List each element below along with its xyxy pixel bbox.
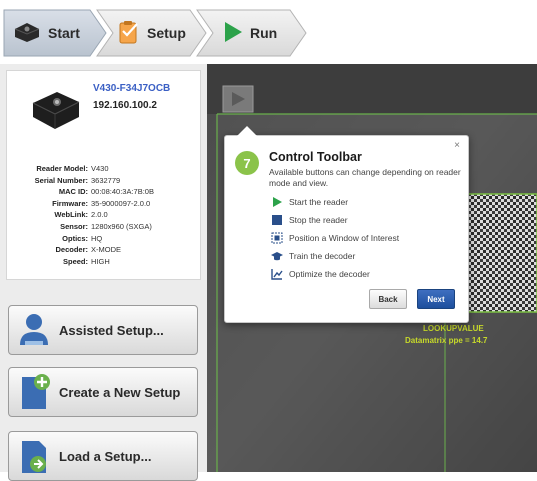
spec-row: Decoder: X-MODE	[11, 244, 197, 256]
legend-item-label: Position a Window of Interest	[289, 233, 400, 243]
legend-item-optimize: Optimize the decoder	[271, 265, 399, 283]
spec-value: X-MODE	[91, 245, 121, 255]
tooltip-pointer	[237, 126, 257, 136]
load-setup-label: Load a Setup...	[59, 448, 152, 464]
back-button[interactable]: Back	[369, 289, 407, 309]
step-setup[interactable]: Setup	[117, 10, 186, 56]
step-number-badge: 7	[235, 151, 259, 175]
step-start-label: Start	[48, 25, 80, 41]
device-name-link[interactable]: V430-F34J7OCB	[93, 83, 170, 94]
next-button[interactable]: Next	[417, 289, 455, 309]
stop-icon	[271, 214, 283, 226]
device-specs: Reader Model: V430 Serial Number: 3632779 …	[11, 163, 197, 267]
spec-value: HIGH	[91, 256, 110, 266]
assisted-setup-button[interactable]: Assisted Setup...	[8, 305, 198, 355]
legend-item-train: Train the decoder	[271, 247, 399, 265]
spec-value: 1280x960 (SXGA)	[91, 221, 152, 231]
spec-value: 2.0.0	[91, 210, 108, 220]
close-icon[interactable]: ×	[454, 140, 460, 151]
train-hat-icon	[271, 250, 283, 262]
toolbar-legend-list: Start the reader Stop the reader Positio…	[271, 193, 399, 283]
control-toolbar-tooltip: 7 Control Toolbar × Available buttons ca…	[224, 126, 469, 323]
spec-row: Speed: HIGH	[11, 256, 197, 268]
spec-key: Sensor:	[60, 221, 88, 231]
create-new-setup-label: Create a New Setup	[59, 384, 181, 400]
spec-row: WebLink: 2.0.0	[11, 209, 197, 221]
load-document-icon	[17, 437, 51, 475]
tooltip-description: Available buttons can change depending o…	[269, 167, 461, 188]
setup-clipboard-icon	[117, 19, 141, 48]
legend-item-label: Stop the reader	[289, 215, 348, 225]
spec-key: WebLink:	[54, 210, 88, 220]
legend-item-window: Position a Window of Interest	[271, 229, 399, 247]
device-info-card: V430-F34J7OCB 192.160.100.2 Reader Model…	[6, 70, 201, 280]
spec-row: MAC ID: 00:08:40:3A:7B:0B	[11, 186, 197, 198]
spec-key: Speed:	[62, 256, 88, 266]
spec-key: Optics:	[62, 233, 88, 243]
reader-device-image	[27, 87, 83, 133]
load-setup-button[interactable]: Load a Setup...	[8, 431, 198, 481]
step-start[interactable]: Start	[12, 10, 80, 56]
spec-key: Reader Model:	[36, 164, 88, 173]
create-new-setup-button[interactable]: Create a New Setup	[8, 367, 198, 417]
play-icon	[271, 196, 283, 208]
spec-row: Serial Number: 3632779	[11, 175, 197, 187]
window-of-interest-icon	[271, 232, 283, 244]
wizard-bar: Start Setup Run	[0, 0, 537, 64]
person-icon	[17, 311, 51, 349]
new-document-icon	[17, 373, 51, 411]
spec-key: Serial Number:	[34, 175, 88, 185]
step-setup-label: Setup	[147, 25, 186, 41]
spec-value: 35-9000097-2.0.0	[91, 198, 151, 208]
optimize-chart-icon	[271, 268, 283, 280]
spec-value: V430	[91, 164, 109, 173]
spec-key: Firmware:	[52, 198, 88, 208]
legend-item-label: Train the decoder	[289, 251, 356, 261]
spec-row: Sensor: 1280x960 (SXGA)	[11, 221, 197, 233]
device-ip: 192.160.100.2	[93, 100, 157, 111]
assisted-setup-label: Assisted Setup...	[59, 322, 164, 338]
legend-item-label: Start the reader	[289, 197, 349, 207]
spec-key: MAC ID:	[58, 187, 88, 197]
step-run-label: Run	[250, 25, 278, 41]
legend-item-stop: Stop the reader	[271, 211, 399, 229]
play-icon	[222, 20, 244, 47]
spec-value: 00:08:40:3A:7B:0B	[91, 187, 154, 197]
spec-row: Reader Model: V430	[11, 163, 197, 175]
legend-item-start: Start the reader	[271, 193, 399, 211]
left-panel: V430-F34J7OCB 192.160.100.2 Reader Model…	[0, 64, 207, 481]
step-run[interactable]: Run	[222, 10, 277, 56]
tooltip-title: Control Toolbar	[269, 150, 362, 164]
legend-item-label: Optimize the decoder	[289, 269, 370, 279]
spec-value: HQ	[91, 233, 103, 243]
spec-value: 3632779	[91, 175, 121, 185]
decode-overlay-label: Datamatrix ppe = 14.7	[405, 336, 488, 345]
reader-device-icon	[12, 20, 42, 47]
spec-row: Firmware: 35-9000097-2.0.0	[11, 198, 197, 210]
spec-key: Decoder:	[55, 245, 88, 255]
spec-row: Optics: HQ	[11, 233, 197, 245]
code-label: LOOKUPVALUE	[423, 324, 484, 333]
